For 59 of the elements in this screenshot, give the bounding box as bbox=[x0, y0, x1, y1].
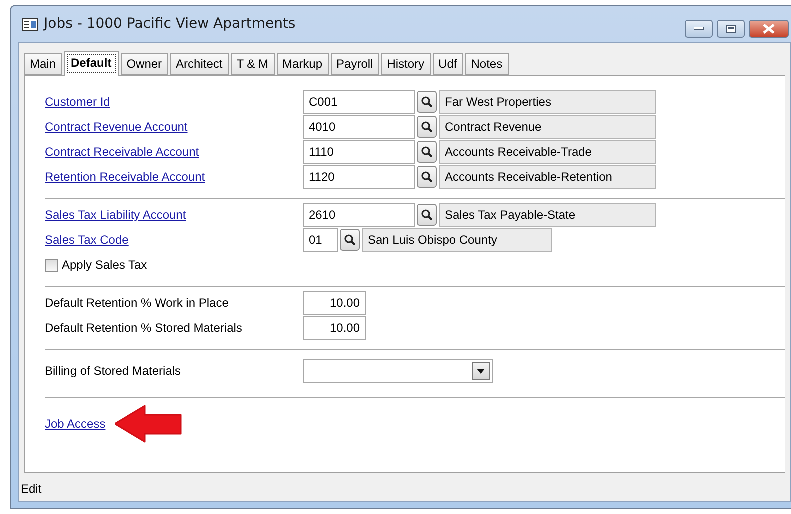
code-field[interactable]: 4010 bbox=[303, 115, 415, 139]
lookup-button[interactable] bbox=[417, 141, 437, 163]
window-title: Jobs - 1000 Pacific View Apartments bbox=[44, 16, 296, 32]
tab[interactable]: Notes bbox=[465, 53, 509, 75]
field-label: Default Retention % Stored Materials bbox=[45, 321, 244, 335]
search-icon bbox=[421, 121, 433, 133]
field-link[interactable]: Contract Receivable Account bbox=[45, 145, 303, 159]
search-icon bbox=[421, 171, 433, 183]
code-field[interactable]: 1110 bbox=[303, 140, 415, 164]
minimize-icon bbox=[694, 27, 704, 31]
maximize-button[interactable] bbox=[717, 20, 745, 38]
description-field: Accounts Receivable-Trade bbox=[439, 140, 656, 164]
maximize-icon bbox=[726, 25, 736, 33]
tab[interactable]: Default bbox=[64, 51, 119, 76]
field-link[interactable]: Customer Id bbox=[45, 95, 303, 109]
tab[interactable]: Main bbox=[24, 53, 62, 75]
dropdown-arrow-icon bbox=[477, 368, 485, 374]
field-link[interactable]: Contract Revenue Account bbox=[45, 120, 303, 134]
field-link[interactable]: Retention Receivable Account bbox=[45, 170, 303, 184]
code-field[interactable]: 1120 bbox=[303, 165, 415, 189]
search-icon bbox=[421, 209, 433, 221]
search-icon bbox=[421, 146, 433, 158]
description-field: Sales Tax Payable-State bbox=[439, 203, 656, 227]
checkbox[interactable] bbox=[45, 258, 58, 272]
close-button[interactable] bbox=[749, 20, 789, 38]
percent-field[interactable]: 10.00 bbox=[303, 316, 366, 340]
code-field[interactable]: 2610 bbox=[303, 203, 415, 227]
field-link[interactable]: Sales Tax Liability Account bbox=[45, 208, 303, 222]
field-label: Default Retention % Work in Place bbox=[45, 296, 230, 310]
minimize-button[interactable] bbox=[685, 20, 713, 38]
lookup-button[interactable] bbox=[417, 91, 437, 113]
lookup-button[interactable] bbox=[417, 166, 437, 188]
description-field: San Luis Obispo County bbox=[362, 228, 552, 252]
tab[interactable]: Owner bbox=[120, 53, 168, 75]
tab[interactable]: T & M bbox=[230, 53, 274, 75]
tab[interactable]: Udf bbox=[432, 53, 464, 75]
checkbox-label: Apply Sales Tax bbox=[62, 258, 148, 272]
percent-field[interactable]: 10.00 bbox=[303, 291, 366, 315]
tab[interactable]: Payroll bbox=[330, 53, 380, 75]
status-text: Edit bbox=[21, 482, 42, 496]
lookup-button[interactable] bbox=[417, 116, 437, 138]
code-field[interactable]: C001 bbox=[303, 90, 415, 114]
search-icon bbox=[421, 96, 433, 108]
lookup-button[interactable] bbox=[340, 229, 360, 251]
form-icon bbox=[22, 18, 38, 30]
tab[interactable]: Markup bbox=[276, 53, 329, 75]
field-link[interactable]: Sales Tax Code bbox=[45, 233, 303, 247]
description-field: Accounts Receivable-Retention bbox=[439, 165, 656, 189]
description-field: Far West Properties bbox=[439, 90, 656, 114]
field-label: Billing of Stored Materials bbox=[45, 364, 182, 378]
tab[interactable]: History bbox=[381, 53, 431, 75]
code-field[interactable]: 01 bbox=[303, 228, 338, 252]
close-icon bbox=[763, 24, 775, 34]
lookup-button[interactable] bbox=[417, 204, 437, 226]
search-icon bbox=[344, 234, 356, 246]
tab[interactable]: Architect bbox=[170, 53, 229, 75]
job-access-link[interactable]: Job Access bbox=[45, 417, 106, 431]
arrow-drawing bbox=[114, 405, 182, 443]
description-field: Contract Revenue bbox=[439, 115, 656, 139]
